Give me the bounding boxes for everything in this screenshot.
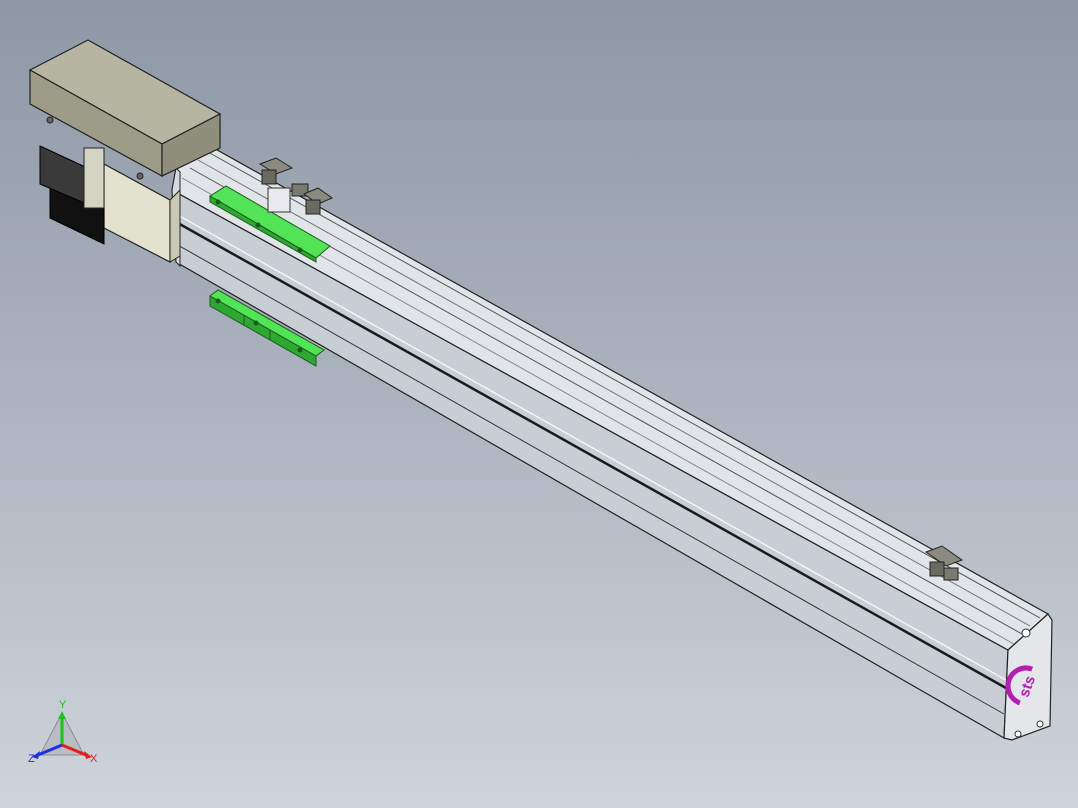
- triad-z-label: Z: [28, 753, 35, 765]
- top-rail-line: [197, 159, 1031, 627]
- sensor-block: [929, 561, 945, 577]
- sensor-block: [305, 199, 321, 215]
- carriage-hole: [255, 222, 261, 228]
- y-arrow-icon: [58, 711, 66, 719]
- screw-icon: [46, 116, 54, 124]
- carriage-hole: [215, 199, 221, 205]
- profile-slot-line: [175, 213, 1007, 681]
- sensor-bracket: [267, 187, 291, 213]
- end-cap-hole: [1021, 628, 1031, 638]
- motor-bracket: [83, 147, 105, 209]
- profile-slot-line: [175, 220, 1007, 690]
- carriage-hole: [253, 320, 259, 326]
- cad-viewport[interactable]: sts Y X Z: [0, 0, 1078, 808]
- orientation-triad[interactable]: Y X Z: [28, 699, 98, 765]
- coupling-block-side: [169, 188, 181, 263]
- end-cap-hole: [1036, 720, 1044, 728]
- sensor-block: [261, 169, 277, 185]
- triad-x-label: X: [90, 753, 98, 765]
- carriage-hole: [215, 298, 221, 304]
- carriage-hole: [297, 347, 303, 353]
- profile-slot-line: [175, 243, 1005, 715]
- triad-y-label: Y: [59, 699, 67, 711]
- end-cap-hole: [1014, 730, 1022, 738]
- coupling-block: [103, 162, 171, 263]
- top-rail-line: [207, 151, 1041, 619]
- carriage-hole: [297, 247, 303, 253]
- screw-icon: [136, 172, 144, 180]
- profile-front-face: [171, 188, 1009, 740]
- sensor-block: [943, 567, 959, 581]
- model-scene[interactable]: sts Y X Z: [0, 0, 1078, 808]
